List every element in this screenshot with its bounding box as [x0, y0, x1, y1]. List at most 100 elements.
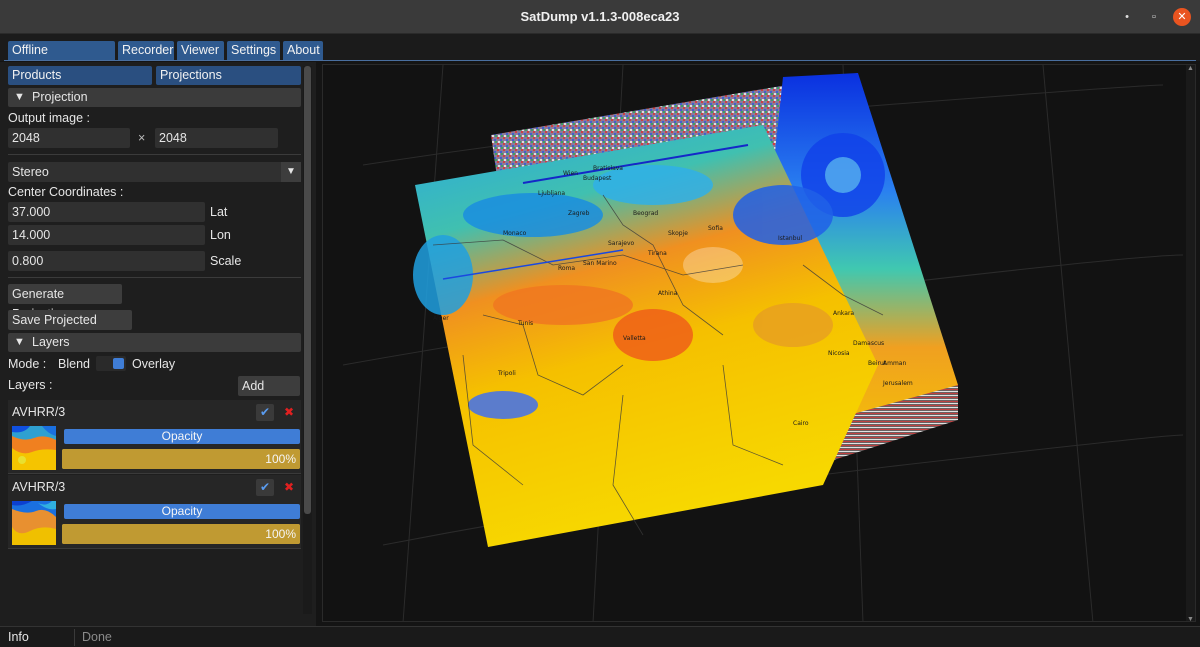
- opacity-slider-fill: [62, 524, 300, 544]
- lat-label: Lat: [210, 205, 228, 219]
- subtab-projections[interactable]: Projections: [156, 66, 301, 85]
- main-tabs: Offline processing Recorder Viewer Setti…: [0, 34, 1200, 76]
- save-projected-image-button[interactable]: Save Projected Image: [8, 310, 132, 347]
- left-panel-scrollbar[interactable]: [303, 66, 312, 614]
- layer-name: AVHRR/3: [12, 480, 66, 494]
- title-bar: SatDump v1.1.3-008eca23 • ▫ ✕: [0, 0, 1200, 34]
- opacity-slider[interactable]: 100%: [62, 449, 300, 469]
- map-city-label: Budapest: [583, 175, 612, 182]
- map-city-label: Cairo: [793, 420, 809, 427]
- opacity-slider-fill: [62, 449, 300, 469]
- generate-projection-button[interactable]: Generate Projection: [8, 284, 122, 321]
- map-city-label: Amman: [883, 360, 906, 367]
- layer-item: AVHRR/3 ✔ ✖ Opacity 100%: [8, 400, 301, 474]
- map-city-label: Wien: [563, 170, 578, 177]
- map-city-label: Roma: [558, 265, 575, 272]
- layers-label: Layers :: [8, 378, 53, 392]
- projection-type-select[interactable]: Stereo ▼: [8, 162, 301, 182]
- mode-overlay-label: Overlay: [132, 357, 176, 371]
- map-city-label: Bratislava: [593, 165, 623, 172]
- separator: [8, 154, 301, 155]
- collapse-triangle-icon: ▼: [14, 91, 25, 103]
- opacity-button[interactable]: Opacity: [64, 429, 300, 444]
- map-city-label: Alger: [433, 315, 449, 322]
- layers-header-label: Layers: [32, 335, 70, 349]
- tab-about[interactable]: About: [283, 41, 323, 60]
- tab-settings[interactable]: Settings: [227, 41, 280, 60]
- tab-viewer[interactable]: Viewer: [177, 41, 224, 60]
- map-city-label: Monaco: [503, 230, 527, 237]
- opacity-slider[interactable]: 100%: [62, 524, 300, 544]
- tab-offline-processing[interactable]: Offline processing: [8, 41, 115, 76]
- toggle-knob: [113, 358, 124, 369]
- layer-thumbnail: [12, 501, 56, 545]
- delete-layer-icon[interactable]: ✖: [284, 479, 294, 496]
- status-divider: [74, 629, 75, 646]
- scale-input[interactable]: 0.800: [8, 251, 205, 271]
- opacity-button[interactable]: Opacity: [64, 504, 300, 519]
- map-city-label: Tunis: [517, 320, 533, 327]
- scrollbar-thumb[interactable]: [304, 66, 311, 514]
- minimize-button[interactable]: •: [1118, 8, 1136, 26]
- status-label: Info: [8, 630, 29, 644]
- scale-label: Scale: [210, 254, 242, 268]
- projected-image[interactable]: Budapest Beograd Roma Tunis Alger Athina Tripo…: [323, 65, 1187, 622]
- mode-toggle[interactable]: [96, 356, 126, 371]
- map-city-label: Valletta: [623, 335, 646, 342]
- lon-label: Lon: [210, 228, 231, 242]
- scroll-down-icon[interactable]: ▼: [1187, 616, 1194, 621]
- projection-viewer[interactable]: Budapest Beograd Roma Tunis Alger Athina Tripo…: [322, 64, 1196, 622]
- status-bar: Info Done: [0, 626, 1200, 647]
- viewer-scrollbar[interactable]: ▲ ▼: [1186, 65, 1195, 621]
- layer-thumbnail: [12, 426, 56, 470]
- opacity-value: 100%: [265, 527, 296, 541]
- left-panel: Products Projections ▼ Projection Output…: [0, 62, 316, 626]
- maximize-button[interactable]: ▫: [1145, 8, 1163, 26]
- visibility-check-icon[interactable]: ✔: [256, 479, 274, 496]
- mode-blend-label: Blend: [58, 357, 90, 371]
- status-message: Done: [82, 630, 112, 644]
- collapse-triangle-icon: ▼: [14, 336, 25, 348]
- lat-input[interactable]: 37.000: [8, 202, 205, 222]
- visibility-check-icon[interactable]: ✔: [256, 404, 274, 421]
- projection-header-label: Projection: [32, 90, 88, 104]
- projection-header[interactable]: ▼ Projection: [8, 88, 301, 107]
- map-city-label: Jerusalem: [882, 380, 913, 387]
- map-city-label: Beograd: [633, 210, 658, 217]
- layer-name: AVHRR/3: [12, 405, 66, 419]
- close-button[interactable]: ✕: [1173, 8, 1191, 26]
- map-city-label: Damascus: [853, 340, 884, 347]
- output-width-input[interactable]: 2048: [8, 128, 130, 148]
- add-layer-button[interactable]: Add Layer: [238, 376, 300, 413]
- map-city-label: Nicosia: [828, 350, 850, 357]
- scroll-up-icon[interactable]: ▲: [1187, 65, 1194, 72]
- storm-eye: [825, 157, 861, 193]
- tab-underline: [4, 60, 1196, 61]
- center-coordinates-label: Center Coordinates :: [8, 185, 124, 199]
- map-city-label: Ankara: [833, 310, 854, 317]
- separator: [8, 277, 301, 278]
- tab-recorder[interactable]: Recorder: [118, 41, 174, 60]
- window-title: SatDump v1.1.3-008eca23: [520, 9, 680, 24]
- map-city-label: San Marino: [583, 260, 617, 267]
- delete-layer-icon[interactable]: ✖: [284, 404, 294, 421]
- mode-label: Mode :: [8, 357, 47, 371]
- map-city-label: Ljubljana: [538, 190, 565, 197]
- layer-item: AVHRR/3 ✔ ✖ Opacity 100%: [8, 475, 301, 549]
- dropdown-arrow-icon[interactable]: ▼: [281, 162, 301, 182]
- output-height-input[interactable]: 2048: [155, 128, 278, 148]
- map-city-label: Sarajevo: [608, 240, 635, 247]
- lon-input[interactable]: 14.000: [8, 225, 205, 245]
- opacity-value: 100%: [265, 452, 296, 466]
- map-city-label: Tirana: [647, 250, 667, 257]
- subtab-products[interactable]: Products: [8, 66, 152, 85]
- map-city-label: Athina: [658, 290, 678, 297]
- map-city-label: Sofia: [708, 225, 723, 232]
- layers-header[interactable]: ▼ Layers: [8, 333, 301, 352]
- output-image-label: Output image :: [8, 111, 90, 125]
- map-city-label: Skopje: [668, 230, 688, 237]
- times-icon: ×: [138, 131, 146, 145]
- map-city-label: Zagreb: [568, 210, 590, 217]
- map-city-label: Istanbul: [778, 235, 802, 242]
- projection-type-value: Stereo: [12, 165, 49, 179]
